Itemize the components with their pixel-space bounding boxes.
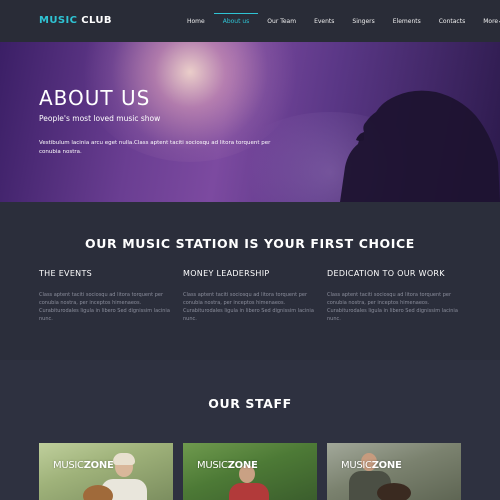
hero-description: Vestibulum lacinia arcu eget nulla.Class… [39, 140, 271, 155]
feature-text: Class aptent taciti sociosqu ad litora t… [183, 292, 314, 322]
nav-item-more-label: More [483, 18, 499, 25]
staff-section: OUR STAFF MUSICZONE MUSICZONE MUSICZONE [0, 360, 500, 500]
main-nav: Home About us Our Team Events Singers El… [178, 10, 500, 33]
music-zone-label: MUSICZONE [53, 460, 114, 471]
features-title: OUR MUSIC STATION IS YOUR FIRST CHOICE [85, 236, 415, 251]
brand-logo[interactable]: MUSIC CLUB [39, 15, 112, 26]
nav-item-events[interactable]: Events [305, 10, 343, 33]
nav-item-home[interactable]: Home [178, 10, 214, 33]
nav-item-elements[interactable]: Elements [384, 10, 430, 33]
feature-text: Class aptent taciti sociosqu ad litora t… [39, 292, 170, 322]
feature-heading: MONEY LEADERSHIP [183, 269, 270, 278]
feature-heading: DEDICATION TO OUR WORK [327, 269, 445, 278]
nav-item-more[interactable]: More▾ [474, 10, 500, 33]
feature-text: Class aptent taciti sociosqu ad litora t… [327, 292, 458, 322]
music-zone-label: MUSICZONE [341, 460, 402, 471]
nav-item-contacts[interactable]: Contacts [430, 10, 474, 33]
hero-subtitle: People's most loved music show [39, 114, 161, 123]
nav-item-our-team[interactable]: Our Team [258, 10, 305, 33]
feature-column: DEDICATION TO OUR WORK Class aptent taci… [327, 269, 467, 323]
feature-column: MONEY LEADERSHIP Class aptent taciti soc… [183, 269, 323, 323]
brand-name-part2: CLUB [81, 15, 112, 26]
brand-name-part1: MUSIC [39, 15, 78, 26]
nav-item-singers[interactable]: Singers [343, 10, 383, 33]
feature-column: THE EVENTS Class aptent taciti sociosqu … [39, 269, 179, 323]
features-section: OUR MUSIC STATION IS YOUR FIRST CHOICE T… [0, 202, 500, 360]
staff-card[interactable]: MUSICZONE [183, 443, 317, 500]
singer-silhouette-image [340, 90, 500, 202]
staff-card[interactable]: MUSICZONE [327, 443, 461, 500]
page-title: ABOUT US [39, 86, 151, 110]
feature-heading: THE EVENTS [39, 269, 93, 278]
music-zone-label: MUSICZONE [197, 460, 258, 471]
staff-title: OUR STAFF [208, 396, 292, 411]
staff-card[interactable]: MUSICZONE [39, 443, 173, 500]
navbar: MUSIC CLUB Home About us Our Team Events… [0, 0, 500, 42]
hero-banner: ABOUT US People's most loved music show … [0, 42, 500, 202]
nav-item-about-us[interactable]: About us [213, 10, 259, 33]
